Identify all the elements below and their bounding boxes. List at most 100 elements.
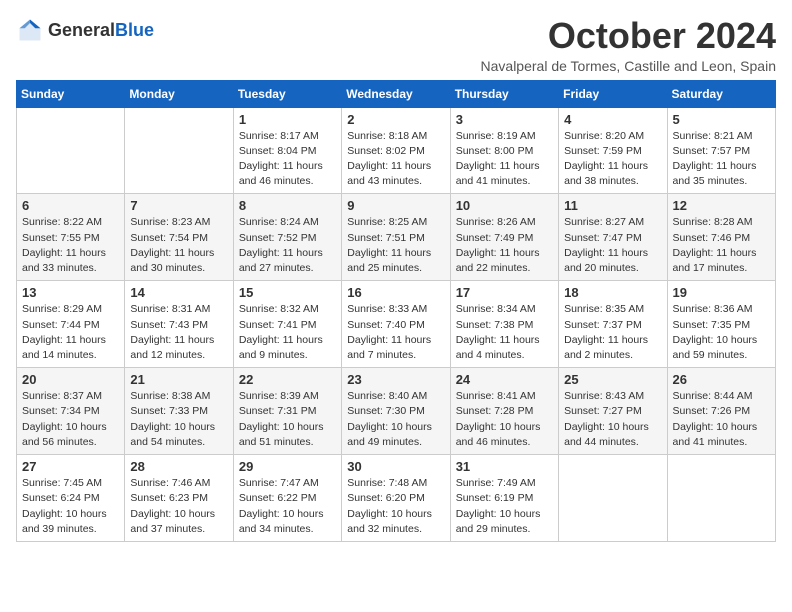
day-number: 12 bbox=[673, 198, 770, 213]
day-number: 26 bbox=[673, 372, 770, 387]
weekday-header-friday: Friday bbox=[559, 80, 667, 107]
day-info: Sunrise: 8:38 AM Sunset: 7:33 PM Dayligh… bbox=[130, 389, 227, 450]
calendar-cell: 31 Sunrise: 7:49 AM Sunset: 6:19 PM Dayli… bbox=[450, 455, 558, 542]
day-info: Sunrise: 8:29 AM Sunset: 7:44 PM Dayligh… bbox=[22, 302, 119, 363]
calendar-week-row: 1 Sunrise: 8:17 AM Sunset: 8:04 PM Daylig… bbox=[17, 107, 776, 194]
day-number: 9 bbox=[347, 198, 444, 213]
month-title: October 2024 bbox=[481, 16, 776, 56]
day-info: Sunrise: 7:47 AM Sunset: 6:22 PM Dayligh… bbox=[239, 476, 336, 537]
day-info: Sunrise: 8:20 AM Sunset: 7:59 PM Dayligh… bbox=[564, 129, 661, 190]
day-number: 24 bbox=[456, 372, 553, 387]
calendar-cell: 4 Sunrise: 8:20 AM Sunset: 7:59 PM Daylig… bbox=[559, 107, 667, 194]
calendar-cell bbox=[17, 107, 125, 194]
day-info: Sunrise: 8:28 AM Sunset: 7:46 PM Dayligh… bbox=[673, 215, 770, 276]
calendar-cell: 3 Sunrise: 8:19 AM Sunset: 8:00 PM Daylig… bbox=[450, 107, 558, 194]
day-number: 3 bbox=[456, 112, 553, 127]
day-info: Sunrise: 8:35 AM Sunset: 7:37 PM Dayligh… bbox=[564, 302, 661, 363]
calendar-cell: 13 Sunrise: 8:29 AM Sunset: 7:44 PM Dayli… bbox=[17, 281, 125, 368]
calendar-cell: 12 Sunrise: 8:28 AM Sunset: 7:46 PM Dayli… bbox=[667, 194, 775, 281]
calendar-cell: 6Sunrise: 8:22 AM Sunset: 7:55 PM Daylig… bbox=[17, 194, 125, 281]
calendar-cell: 24 Sunrise: 8:41 AM Sunset: 7:28 PM Dayli… bbox=[450, 368, 558, 455]
calendar-cell bbox=[667, 455, 775, 542]
day-number: 31 bbox=[456, 459, 553, 474]
calendar-cell: 1 Sunrise: 8:17 AM Sunset: 8:04 PM Daylig… bbox=[233, 107, 341, 194]
day-number: 17 bbox=[456, 285, 553, 300]
calendar-cell: 26 Sunrise: 8:44 AM Sunset: 7:26 PM Dayli… bbox=[667, 368, 775, 455]
day-info: Sunrise: 7:45 AM Sunset: 6:24 PM Dayligh… bbox=[22, 476, 119, 537]
calendar-cell: 10Sunrise: 8:26 AM Sunset: 7:49 PM Dayli… bbox=[450, 194, 558, 281]
weekday-header-row: SundayMondayTuesdayWednesdayThursdayFrid… bbox=[17, 80, 776, 107]
day-number: 30 bbox=[347, 459, 444, 474]
day-info: Sunrise: 8:31 AM Sunset: 7:43 PM Dayligh… bbox=[130, 302, 227, 363]
day-info: Sunrise: 8:34 AM Sunset: 7:38 PM Dayligh… bbox=[456, 302, 553, 363]
location-subtitle: Navalperal de Tormes, Castille and Leon,… bbox=[481, 58, 776, 74]
day-number: 4 bbox=[564, 112, 661, 127]
day-info: Sunrise: 7:48 AM Sunset: 6:20 PM Dayligh… bbox=[347, 476, 444, 537]
calendar-week-row: 27Sunrise: 7:45 AM Sunset: 6:24 PM Dayli… bbox=[17, 455, 776, 542]
day-number: 16 bbox=[347, 285, 444, 300]
day-number: 29 bbox=[239, 459, 336, 474]
calendar-cell bbox=[125, 107, 233, 194]
weekday-header-sunday: Sunday bbox=[17, 80, 125, 107]
calendar-cell: 25Sunrise: 8:43 AM Sunset: 7:27 PM Dayli… bbox=[559, 368, 667, 455]
calendar-cell: 30 Sunrise: 7:48 AM Sunset: 6:20 PM Dayli… bbox=[342, 455, 450, 542]
calendar-cell: 17 Sunrise: 8:34 AM Sunset: 7:38 PM Dayli… bbox=[450, 281, 558, 368]
day-info: Sunrise: 8:19 AM Sunset: 8:00 PM Dayligh… bbox=[456, 129, 553, 190]
weekday-header-tuesday: Tuesday bbox=[233, 80, 341, 107]
day-number: 13 bbox=[22, 285, 119, 300]
weekday-header-thursday: Thursday bbox=[450, 80, 558, 107]
calendar-cell: 14 Sunrise: 8:31 AM Sunset: 7:43 PM Dayli… bbox=[125, 281, 233, 368]
day-number: 23 bbox=[347, 372, 444, 387]
day-info: Sunrise: 8:41 AM Sunset: 7:28 PM Dayligh… bbox=[456, 389, 553, 450]
day-info: Sunrise: 8:23 AM Sunset: 7:54 PM Dayligh… bbox=[130, 215, 227, 276]
calendar-cell: 2Sunrise: 8:18 AM Sunset: 8:02 PM Daylig… bbox=[342, 107, 450, 194]
weekday-header-wednesday: Wednesday bbox=[342, 80, 450, 107]
logo-general-text: General bbox=[48, 20, 115, 41]
calendar-cell: 20 Sunrise: 8:37 AM Sunset: 7:34 PM Dayli… bbox=[17, 368, 125, 455]
calendar-cell: 29 Sunrise: 7:47 AM Sunset: 6:22 PM Dayli… bbox=[233, 455, 341, 542]
day-number: 8 bbox=[239, 198, 336, 213]
calendar-cell: 22 Sunrise: 8:39 AM Sunset: 7:31 PM Dayli… bbox=[233, 368, 341, 455]
day-number: 19 bbox=[673, 285, 770, 300]
header: General Blue October 2024 Navalperal de … bbox=[16, 16, 776, 74]
day-number: 25 bbox=[564, 372, 661, 387]
logo-icon bbox=[16, 16, 44, 44]
day-info: Sunrise: 8:39 AM Sunset: 7:31 PM Dayligh… bbox=[239, 389, 336, 450]
calendar-cell: 23 Sunrise: 8:40 AM Sunset: 7:30 PM Dayli… bbox=[342, 368, 450, 455]
day-info: Sunrise: 8:27 AM Sunset: 7:47 PM Dayligh… bbox=[564, 215, 661, 276]
calendar-cell: 8Sunrise: 8:24 AM Sunset: 7:52 PM Daylig… bbox=[233, 194, 341, 281]
day-info: Sunrise: 8:17 AM Sunset: 8:04 PM Dayligh… bbox=[239, 129, 336, 190]
calendar-cell: 15 Sunrise: 8:32 AM Sunset: 7:41 PM Dayli… bbox=[233, 281, 341, 368]
day-info: Sunrise: 8:33 AM Sunset: 7:40 PM Dayligh… bbox=[347, 302, 444, 363]
weekday-header-saturday: Saturday bbox=[667, 80, 775, 107]
title-block: October 2024 Navalperal de Tormes, Casti… bbox=[481, 16, 776, 74]
logo-blue-text: Blue bbox=[115, 20, 154, 41]
day-info: Sunrise: 8:32 AM Sunset: 7:41 PM Dayligh… bbox=[239, 302, 336, 363]
calendar-cell: 11 Sunrise: 8:27 AM Sunset: 7:47 PM Dayli… bbox=[559, 194, 667, 281]
day-info: Sunrise: 8:37 AM Sunset: 7:34 PM Dayligh… bbox=[22, 389, 119, 450]
day-number: 6 bbox=[22, 198, 119, 213]
day-number: 2 bbox=[347, 112, 444, 127]
calendar-cell: 27Sunrise: 7:45 AM Sunset: 6:24 PM Dayli… bbox=[17, 455, 125, 542]
day-number: 14 bbox=[130, 285, 227, 300]
calendar-week-row: 6Sunrise: 8:22 AM Sunset: 7:55 PM Daylig… bbox=[17, 194, 776, 281]
day-info: Sunrise: 7:49 AM Sunset: 6:19 PM Dayligh… bbox=[456, 476, 553, 537]
day-number: 20 bbox=[22, 372, 119, 387]
day-number: 15 bbox=[239, 285, 336, 300]
calendar-cell: 7Sunrise: 8:23 AM Sunset: 7:54 PM Daylig… bbox=[125, 194, 233, 281]
day-info: Sunrise: 8:44 AM Sunset: 7:26 PM Dayligh… bbox=[673, 389, 770, 450]
day-number: 11 bbox=[564, 198, 661, 213]
calendar-week-row: 20 Sunrise: 8:37 AM Sunset: 7:34 PM Dayli… bbox=[17, 368, 776, 455]
day-number: 18 bbox=[564, 285, 661, 300]
logo: General Blue bbox=[16, 16, 154, 44]
day-info: Sunrise: 8:36 AM Sunset: 7:35 PM Dayligh… bbox=[673, 302, 770, 363]
calendar-cell: 28Sunrise: 7:46 AM Sunset: 6:23 PM Dayli… bbox=[125, 455, 233, 542]
day-number: 21 bbox=[130, 372, 227, 387]
calendar-cell: 19 Sunrise: 8:36 AM Sunset: 7:35 PM Dayli… bbox=[667, 281, 775, 368]
day-number: 22 bbox=[239, 372, 336, 387]
day-number: 5 bbox=[673, 112, 770, 127]
calendar-cell: 18 Sunrise: 8:35 AM Sunset: 7:37 PM Dayli… bbox=[559, 281, 667, 368]
calendar-table: SundayMondayTuesdayWednesdayThursdayFrid… bbox=[16, 80, 776, 542]
day-info: Sunrise: 8:40 AM Sunset: 7:30 PM Dayligh… bbox=[347, 389, 444, 450]
day-number: 1 bbox=[239, 112, 336, 127]
